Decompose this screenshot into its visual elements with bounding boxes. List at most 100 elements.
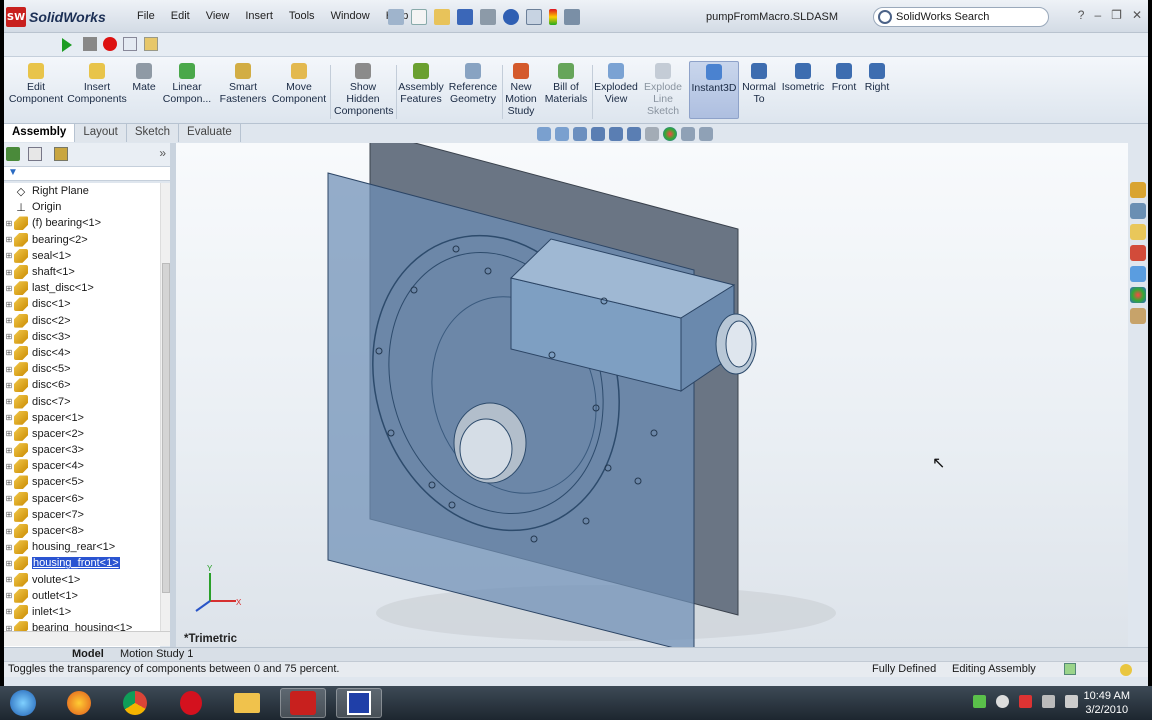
expand-icon[interactable]: ⊞: [4, 575, 14, 584]
smart-fasteners-button[interactable]: Smart Fasteners: [218, 63, 268, 105]
solidworks-resources-icon[interactable]: [1130, 182, 1146, 198]
new-motion-study-button[interactable]: New Motion Study: [504, 63, 538, 117]
zoom-to-area-icon[interactable]: [555, 127, 569, 141]
tray-app-icon[interactable]: [973, 695, 986, 708]
tree-vertical-scrollbar[interactable]: [160, 183, 170, 631]
menu-edit[interactable]: Edit: [163, 10, 198, 22]
expand-icon[interactable]: ⊞: [4, 316, 14, 325]
expand-icon[interactable]: ⊞: [4, 510, 14, 519]
edit-macro-icon[interactable]: [144, 37, 158, 51]
pump-assembly-model[interactable]: X Y: [176, 143, 1128, 647]
exploded-view-button[interactable]: Exploded View: [594, 63, 638, 105]
help-status-icon[interactable]: [1064, 663, 1076, 675]
solidworks-logo[interactable]: SW SolidWorks: [6, 4, 124, 30]
tray-clock-icon[interactable]: [996, 695, 1009, 708]
tree-item[interactable]: ⊞ spacer<5>: [4, 474, 160, 490]
print-icon[interactable]: [480, 9, 496, 25]
close-button[interactable]: ✕: [1132, 8, 1142, 22]
expand-icon[interactable]: ⊞: [4, 300, 14, 309]
expand-icon[interactable]: ⊞: [4, 268, 14, 277]
tree-item[interactable]: ⊞ inlet<1>: [4, 604, 160, 620]
help-icon[interactable]: ?: [1078, 8, 1085, 22]
expand-icon[interactable]: ⊞: [4, 332, 14, 341]
tree-item[interactable]: ⊞ spacer<7>: [4, 507, 160, 523]
expand-icon[interactable]: ⊞: [4, 365, 14, 374]
select-arrow-icon[interactable]: [526, 9, 542, 25]
menu-file[interactable]: File: [129, 10, 163, 22]
appearances-icon[interactable]: [1130, 287, 1146, 303]
tree-item[interactable]: ◇ Right Plane: [4, 183, 160, 199]
insert-components-button[interactable]: Insert Components: [66, 63, 128, 105]
tree-item[interactable]: ⊞ spacer<8>: [4, 523, 160, 539]
expand-icon[interactable]: ⊞: [4, 446, 14, 455]
tree-item[interactable]: ⊞ last_disc<1>: [4, 280, 160, 296]
run-macro-icon[interactable]: [62, 38, 72, 52]
previous-view-icon[interactable]: [573, 127, 587, 141]
normal-to-button[interactable]: Normal To: [742, 63, 776, 105]
tree-item[interactable]: ⊞ volute<1>: [4, 572, 160, 588]
tree-item[interactable]: ⊞ spacer<1>: [4, 410, 160, 426]
tree-item[interactable]: ⊞ housing_rear<1>: [4, 539, 160, 555]
stop-macro-icon[interactable]: [83, 37, 97, 51]
show-hidden-components-button[interactable]: Show Hidden Components: [334, 63, 394, 117]
minimize-button[interactable]: –: [1094, 8, 1101, 22]
tab-assembly[interactable]: Assembly: [4, 124, 76, 142]
open-folder-icon[interactable]: [434, 9, 450, 25]
view-palette-icon[interactable]: [1130, 266, 1146, 282]
tree-item[interactable]: ⊞ disc<5>: [4, 361, 160, 377]
volume-icon[interactable]: [1065, 695, 1078, 708]
expand-icon[interactable]: ⊞: [4, 462, 14, 471]
zoom-to-fit-icon[interactable]: [537, 127, 551, 141]
tree-item[interactable]: ⊞ spacer<3>: [4, 442, 160, 458]
filter-icon[interactable]: ▼: [8, 167, 18, 178]
new-macro-icon[interactable]: [123, 37, 137, 51]
menu-view[interactable]: View: [198, 10, 238, 22]
rebuild-icon[interactable]: [549, 9, 557, 25]
expand-icon[interactable]: ⊞: [4, 219, 14, 228]
tab-sketch[interactable]: Sketch: [126, 124, 180, 142]
tree-item[interactable]: ⊞ housing_front<1>: [4, 555, 160, 571]
move-component-button[interactable]: Move Component: [270, 63, 328, 105]
custom-properties-icon[interactable]: [1130, 308, 1146, 324]
tab-model[interactable]: Model: [72, 648, 104, 660]
expand-icon[interactable]: ⊞: [4, 527, 14, 536]
linear-component-pattern-button[interactable]: Linear Compon...: [162, 63, 212, 105]
tab-evaluate[interactable]: Evaluate: [179, 124, 241, 142]
menu-insert[interactable]: Insert: [237, 10, 281, 22]
undo-icon[interactable]: [503, 9, 519, 25]
save-icon[interactable]: [457, 9, 473, 25]
front-view-button[interactable]: Front: [828, 63, 860, 93]
expand-icon[interactable]: ⊞: [4, 381, 14, 390]
search-input[interactable]: SolidWorks Search: [896, 11, 989, 23]
tree-item[interactable]: ⊞ disc<3>: [4, 329, 160, 345]
bill-of-materials-button[interactable]: Bill of Materials: [544, 63, 588, 105]
graphics-area[interactable]: X Y *Trimetric ↖: [176, 127, 1128, 647]
tree-item[interactable]: ⊞ spacer<6>: [4, 491, 160, 507]
system-clock[interactable]: 10:49 AM 3/2/2010: [1084, 689, 1130, 717]
tray-recorder-icon[interactable]: [1019, 695, 1032, 708]
hide-show-items-icon[interactable]: [645, 127, 659, 141]
instant3d-button[interactable]: Instant3D: [689, 61, 739, 119]
menu-tools[interactable]: Tools: [281, 10, 323, 22]
feature-manager-icon[interactable]: [6, 147, 20, 161]
expand-icon[interactable]: ⊞: [4, 413, 14, 422]
taskbar-solidworks[interactable]: [280, 688, 326, 718]
show-hidden-icons-icon[interactable]: [950, 695, 963, 708]
file-explorer-icon[interactable]: [1130, 224, 1146, 240]
configuration-manager-icon[interactable]: [54, 147, 68, 161]
rebuild-status-icon[interactable]: [1120, 664, 1132, 676]
explode-line-sketch-button[interactable]: Explode Line Sketch: [642, 63, 684, 117]
expand-icon[interactable]: ⊞: [4, 494, 14, 503]
new-document-icon[interactable]: [411, 9, 427, 25]
menu-window[interactable]: Window: [323, 10, 378, 22]
taskbar-chrome[interactable]: [112, 688, 158, 718]
property-manager-icon[interactable]: [28, 147, 42, 161]
tree-item[interactable]: ⊞ disc<6>: [4, 377, 160, 393]
scrollbar-thumb[interactable]: [162, 263, 170, 593]
design-library-icon[interactable]: [1130, 203, 1146, 219]
tree-item[interactable]: ⊥ Origin: [4, 199, 160, 215]
network-icon[interactable]: [1042, 695, 1055, 708]
taskbar-firefox[interactable]: [56, 688, 102, 718]
tree-item[interactable]: ⊞ (f) bearing<1>: [4, 215, 160, 231]
search-results-icon[interactable]: [1130, 245, 1146, 261]
